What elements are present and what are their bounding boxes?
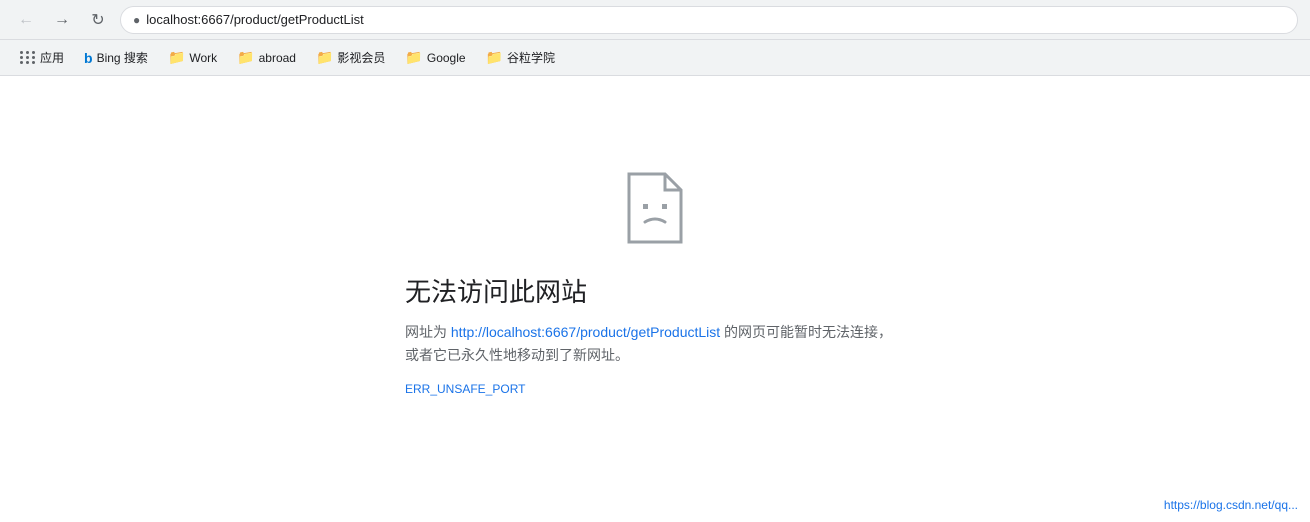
- browser-frame: ← → ↻ ● localhost:6667/product/getProduc…: [0, 0, 1310, 522]
- bottom-right-link[interactable]: https://blog.csdn.net/qq...: [1164, 498, 1298, 512]
- bookmarks-bar: 应用 b Bing 搜索 📁 Work 📁 abroad 📁 影视会员 📁 Go…: [0, 40, 1310, 76]
- bing-icon: b: [84, 50, 93, 66]
- apps-icon: [20, 51, 36, 64]
- refresh-icon: ↻: [91, 10, 104, 30]
- bookmark-work-label: Work: [189, 51, 217, 65]
- error-url-link[interactable]: http://localhost:6667/product/getProduct…: [451, 324, 720, 340]
- bookmark-apps[interactable]: 应用: [12, 45, 72, 70]
- url-text: localhost:6667/product/getProductList: [146, 12, 364, 27]
- content-area: 无法访问此网站 网址为 http://localhost:6667/produc…: [0, 76, 1310, 522]
- address-bar[interactable]: ● localhost:6667/product/getProductList: [120, 6, 1298, 34]
- bookmark-google[interactable]: 📁 Google: [397, 45, 473, 70]
- folder-guli-icon: 📁: [486, 49, 503, 66]
- folder-yingshi-icon: 📁: [316, 49, 333, 66]
- bookmark-bing-label: Bing 搜索: [97, 49, 148, 66]
- folder-work-icon: 📁: [168, 49, 185, 66]
- back-button[interactable]: ←: [12, 6, 40, 34]
- error-content: 无法访问此网站 网址为 http://localhost:6667/produc…: [405, 272, 905, 396]
- bookmark-bing[interactable]: b Bing 搜索: [76, 45, 156, 70]
- bookmark-guli[interactable]: 📁 谷粒学院: [478, 45, 563, 70]
- refresh-button[interactable]: ↻: [84, 6, 112, 34]
- bookmark-apps-label: 应用: [40, 49, 64, 66]
- bookmark-work[interactable]: 📁 Work: [160, 45, 225, 70]
- bookmark-abroad-label: abroad: [259, 51, 296, 65]
- error-code[interactable]: ERR_UNSAFE_PORT: [405, 382, 905, 396]
- security-icon: ●: [133, 13, 140, 27]
- folder-google-icon: 📁: [405, 49, 422, 66]
- error-description: 网址为 http://localhost:6667/product/getPro…: [405, 321, 905, 366]
- bookmark-guli-label: 谷粒学院: [507, 49, 555, 66]
- sad-document-svg: [625, 172, 685, 244]
- error-desc-prefix: 网址为: [405, 324, 451, 340]
- folder-abroad-icon: 📁: [237, 49, 254, 66]
- error-icon: [625, 172, 685, 244]
- bookmark-yingshi[interactable]: 📁 影视会员: [308, 45, 393, 70]
- nav-bar: ← → ↻ ● localhost:6667/product/getProduc…: [0, 0, 1310, 40]
- back-icon: ←: [18, 11, 34, 29]
- forward-button[interactable]: →: [48, 6, 76, 34]
- error-title: 无法访问此网站: [405, 272, 905, 309]
- bookmark-abroad[interactable]: 📁 abroad: [229, 45, 304, 70]
- bookmark-yingshi-label: 影视会员: [337, 49, 385, 66]
- forward-icon: →: [54, 11, 70, 29]
- bookmark-google-label: Google: [427, 51, 466, 65]
